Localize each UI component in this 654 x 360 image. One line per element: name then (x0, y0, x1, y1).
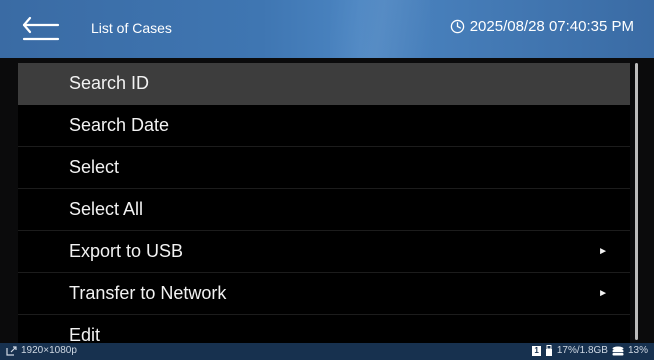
video-input-icon (6, 345, 17, 356)
page-title: List of Cases (91, 20, 172, 36)
menu-item-search-id[interactable]: Search ID (18, 63, 630, 105)
menu-item-label: Transfer to Network (69, 283, 227, 303)
header-shade (330, 0, 430, 58)
disk-icon (612, 346, 624, 355)
menu-item-select[interactable]: Select (18, 147, 630, 189)
resolution-indicator: 1920×1080p (6, 345, 77, 356)
menu-item-export-usb[interactable]: Export to USB ► (18, 231, 630, 273)
menu-item-select-all[interactable]: Select All (18, 189, 630, 231)
menu-item-edit[interactable]: Edit (18, 315, 630, 343)
storage-indicators: 1 17%/1.8GB 13% (532, 345, 648, 356)
status-bar: 1920×1080p 1 17%/1.8GB 13% (0, 343, 654, 360)
menu-scrollbar[interactable] (635, 63, 638, 340)
menu-item-label: Search Date (69, 115, 170, 135)
usb-storage-text: 17%/1.8GB (556, 345, 608, 356)
usb-icon (545, 345, 552, 356)
resolution-text: 1920×1080p (21, 345, 77, 356)
menu-item-label: Select (69, 157, 120, 177)
datetime-display: 2025/08/28 07:40:35 PM (450, 18, 634, 35)
menu-item-transfer-network[interactable]: Transfer to Network ► (18, 273, 630, 315)
datetime-text: 2025/08/28 07:40:35 PM (469, 18, 634, 35)
submenu-arrow-icon: ► (598, 288, 608, 299)
menu-item-label: Edit (69, 325, 101, 343)
context-menu: Search ID Search Date Select Select All … (18, 63, 630, 343)
header-bar: List of Cases 2025/08/28 07:40:35 PM (0, 0, 654, 58)
menu-item-label: Select All (69, 199, 144, 219)
submenu-arrow-icon: ► (598, 246, 608, 257)
menu-item-label: Search ID (69, 73, 150, 93)
disk-usage-text: 13% (627, 345, 648, 356)
back-icon[interactable] (20, 14, 64, 44)
menu-item-label: Export to USB (69, 241, 184, 261)
menu-item-search-date[interactable]: Search Date (18, 105, 630, 147)
clock-icon (450, 19, 464, 34)
usb-slot-badge: 1 (532, 345, 541, 356)
